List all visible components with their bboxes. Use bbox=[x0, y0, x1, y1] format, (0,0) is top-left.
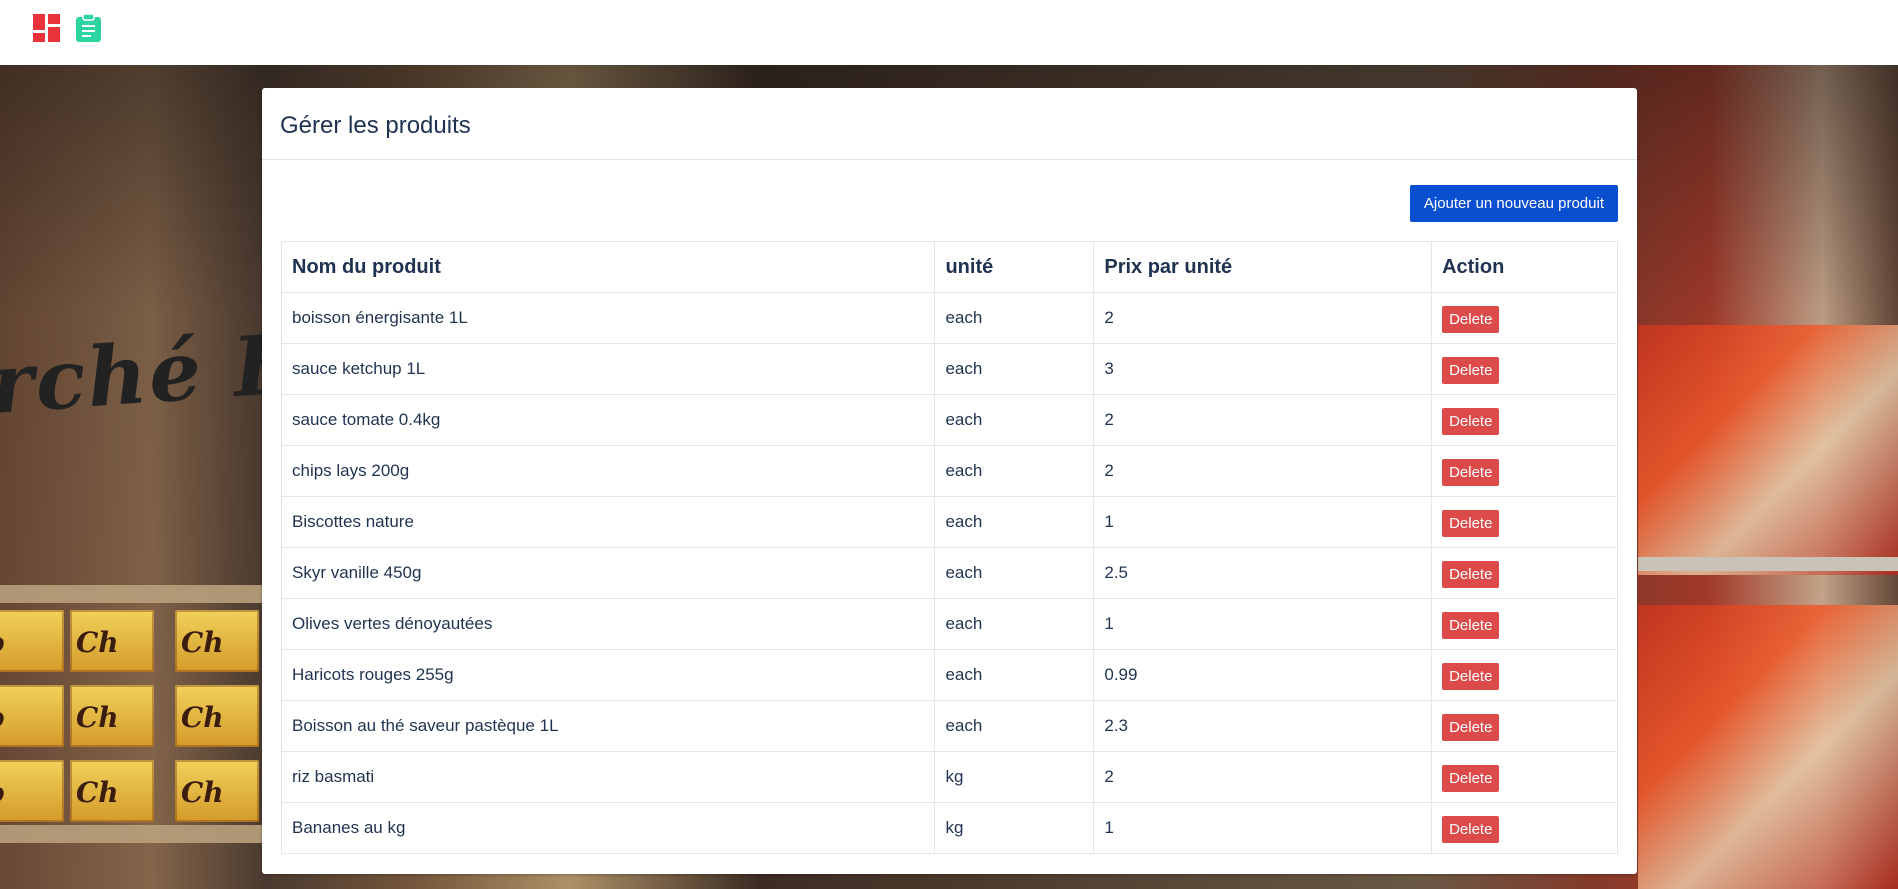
product-name-cell: riz basmati bbox=[280, 751, 936, 803]
product-box-decoration: Ch bbox=[175, 610, 259, 672]
product-action-cell: Delete bbox=[1431, 547, 1618, 599]
top-navbar bbox=[0, 0, 1898, 65]
product-action-cell: Delete bbox=[1431, 445, 1618, 497]
product-name-cell: Bananes au kg bbox=[280, 802, 936, 854]
product-name-cell: Biscottes nature bbox=[280, 496, 936, 548]
delete-button[interactable]: Delete bbox=[1442, 408, 1500, 435]
product-unit-cell: each bbox=[934, 496, 1095, 548]
table-row: chips lays 200g each 2 Delete bbox=[280, 445, 1618, 497]
product-name-cell: chips lays 200g bbox=[280, 445, 936, 497]
page-title: Gérer les produits bbox=[280, 112, 471, 139]
product-unit-cell: each bbox=[934, 700, 1095, 752]
product-price-cell: 1 bbox=[1093, 496, 1433, 548]
delete-button[interactable]: Delete bbox=[1442, 612, 1500, 639]
product-unit-cell: each bbox=[934, 445, 1095, 497]
delete-button[interactable]: Delete bbox=[1442, 357, 1500, 384]
delete-button[interactable]: Delete bbox=[1442, 306, 1500, 333]
basket-decoration bbox=[1638, 325, 1898, 575]
table-row: riz basmati kg 2 Delete bbox=[280, 751, 1618, 803]
product-name-cell: Skyr vanille 450g bbox=[280, 547, 936, 599]
column-header-price: Prix par unité bbox=[1093, 241, 1433, 293]
product-price-cell: 3 bbox=[1093, 343, 1433, 395]
product-action-cell: Delete bbox=[1431, 649, 1618, 701]
table-row: Skyr vanille 450g each 2.5 Delete bbox=[280, 547, 1618, 599]
product-price-cell: 1 bbox=[1093, 598, 1433, 650]
add-product-button[interactable]: Ajouter un nouveau produit bbox=[1409, 185, 1618, 222]
product-price-cell: 2.5 bbox=[1093, 547, 1433, 599]
product-price-cell: 2.3 bbox=[1093, 700, 1433, 752]
shelf-decoration bbox=[1638, 557, 1898, 571]
product-name-cell: sauce tomate 0.4kg bbox=[280, 394, 936, 446]
product-price-cell: 2 bbox=[1093, 445, 1433, 497]
product-unit-cell: each bbox=[934, 649, 1095, 701]
product-box-decoration: Ch bbox=[70, 760, 154, 822]
product-price-cell: 2 bbox=[1093, 751, 1433, 803]
product-unit-cell: each bbox=[934, 292, 1095, 344]
products-card: Gérer les produits Ajouter un nouveau pr… bbox=[262, 88, 1637, 874]
product-unit-cell: each bbox=[934, 598, 1095, 650]
table-row: Bananes au kg kg 1 Delete bbox=[280, 802, 1618, 854]
product-box-decoration: o bbox=[0, 760, 64, 822]
delete-button[interactable]: Delete bbox=[1442, 561, 1500, 588]
table-row: sauce tomate 0.4kg each 2 Delete bbox=[280, 394, 1618, 446]
product-name-cell: Boisson au thé saveur pastèque 1L bbox=[280, 700, 936, 752]
column-header-unit: unité bbox=[934, 241, 1095, 293]
clipboard-icon[interactable] bbox=[75, 14, 102, 42]
product-unit-cell: each bbox=[934, 547, 1095, 599]
product-name-cell: Haricots rouges 255g bbox=[280, 649, 936, 701]
product-price-cell: 1 bbox=[1093, 802, 1433, 854]
product-action-cell: Delete bbox=[1431, 700, 1618, 752]
delete-button[interactable]: Delete bbox=[1442, 459, 1500, 486]
product-action-cell: Delete bbox=[1431, 751, 1618, 803]
product-name-cell: Olives vertes dénoyautées bbox=[280, 598, 936, 650]
product-unit-cell: each bbox=[934, 394, 1095, 446]
product-box-decoration: Ch bbox=[70, 610, 154, 672]
table-row: Haricots rouges 255g each 0.99 Delete bbox=[280, 649, 1618, 701]
card-header: Gérer les produits bbox=[262, 88, 1637, 160]
product-price-cell: 0.99 bbox=[1093, 649, 1433, 701]
product-action-cell: Delete bbox=[1431, 598, 1618, 650]
table-row: Biscottes nature each 1 Delete bbox=[280, 496, 1618, 548]
product-name-cell: sauce ketchup 1L bbox=[280, 343, 936, 395]
product-action-cell: Delete bbox=[1431, 343, 1618, 395]
delete-button[interactable]: Delete bbox=[1442, 765, 1500, 792]
delete-button[interactable]: Delete bbox=[1442, 510, 1500, 537]
product-unit-cell: each bbox=[934, 343, 1095, 395]
delete-button[interactable]: Delete bbox=[1442, 663, 1500, 690]
product-action-cell: Delete bbox=[1431, 292, 1618, 344]
product-unit-cell: kg bbox=[934, 751, 1095, 803]
product-price-cell: 2 bbox=[1093, 394, 1433, 446]
product-box-decoration: Ch bbox=[175, 685, 259, 747]
table-row: sauce ketchup 1L each 3 Delete bbox=[280, 343, 1618, 395]
dashboard-icon[interactable] bbox=[33, 14, 60, 42]
product-box-decoration: Ch bbox=[70, 685, 154, 747]
products-table: Nom du produit unité Prix par unité Acti… bbox=[280, 241, 1618, 854]
delete-button[interactable]: Delete bbox=[1442, 714, 1500, 741]
product-name-cell: boisson énergisante 1L bbox=[280, 292, 936, 344]
table-row: Boisson au thé saveur pastèque 1L each 2.3… bbox=[280, 700, 1618, 752]
product-unit-cell: kg bbox=[934, 802, 1095, 854]
product-box-decoration: Ch bbox=[175, 760, 259, 822]
table-header-row: Nom du produit unité Prix par unité Acti… bbox=[280, 241, 1618, 293]
column-header-name: Nom du produit bbox=[280, 241, 936, 293]
product-box-decoration: o bbox=[0, 610, 64, 672]
product-price-cell: 2 bbox=[1093, 292, 1433, 344]
basket-decoration bbox=[1638, 605, 1898, 889]
product-box-decoration: o bbox=[0, 685, 64, 747]
product-action-cell: Delete bbox=[1431, 394, 1618, 446]
table-row: Olives vertes dénoyautées each 1 Delete bbox=[280, 598, 1618, 650]
column-header-action: Action bbox=[1431, 241, 1618, 293]
shelf-decoration bbox=[0, 585, 270, 603]
delete-button[interactable]: Delete bbox=[1442, 816, 1500, 843]
shelf-decoration bbox=[0, 825, 270, 843]
product-action-cell: Delete bbox=[1431, 802, 1618, 854]
product-action-cell: Delete bbox=[1431, 496, 1618, 548]
table-row: boisson énergisante 1L each 2 Delete bbox=[280, 292, 1618, 344]
